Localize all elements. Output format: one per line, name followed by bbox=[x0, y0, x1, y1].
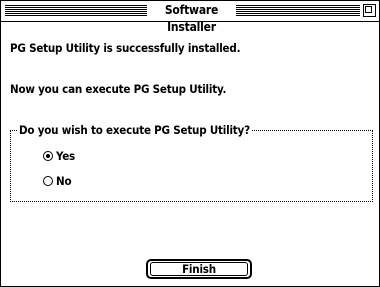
title-bar-stripes-right bbox=[236, 5, 360, 16]
finish-button-label: Finish bbox=[150, 262, 248, 276]
no-radio-button[interactable] bbox=[43, 176, 53, 186]
window-title: Software Installer bbox=[147, 2, 236, 34]
yes-radio-label[interactable]: Yes bbox=[56, 149, 75, 163]
execute-options-group bbox=[10, 130, 373, 202]
execute-options-legend: Do you wish to execute PG Setup Utility? bbox=[17, 123, 252, 137]
title-bar-stripes-left bbox=[5, 5, 147, 16]
yes-radio-button[interactable] bbox=[43, 151, 53, 161]
title-bar[interactable]: Software Installer bbox=[1, 1, 379, 34]
finish-button[interactable]: Finish bbox=[146, 259, 252, 279]
no-radio-label[interactable]: No bbox=[56, 174, 72, 188]
zoom-box-icon[interactable] bbox=[363, 4, 376, 17]
execute-message: Now you can execute PG Setup Utility. bbox=[10, 82, 227, 96]
installed-message: PG Setup Utility is successfully install… bbox=[10, 41, 241, 55]
